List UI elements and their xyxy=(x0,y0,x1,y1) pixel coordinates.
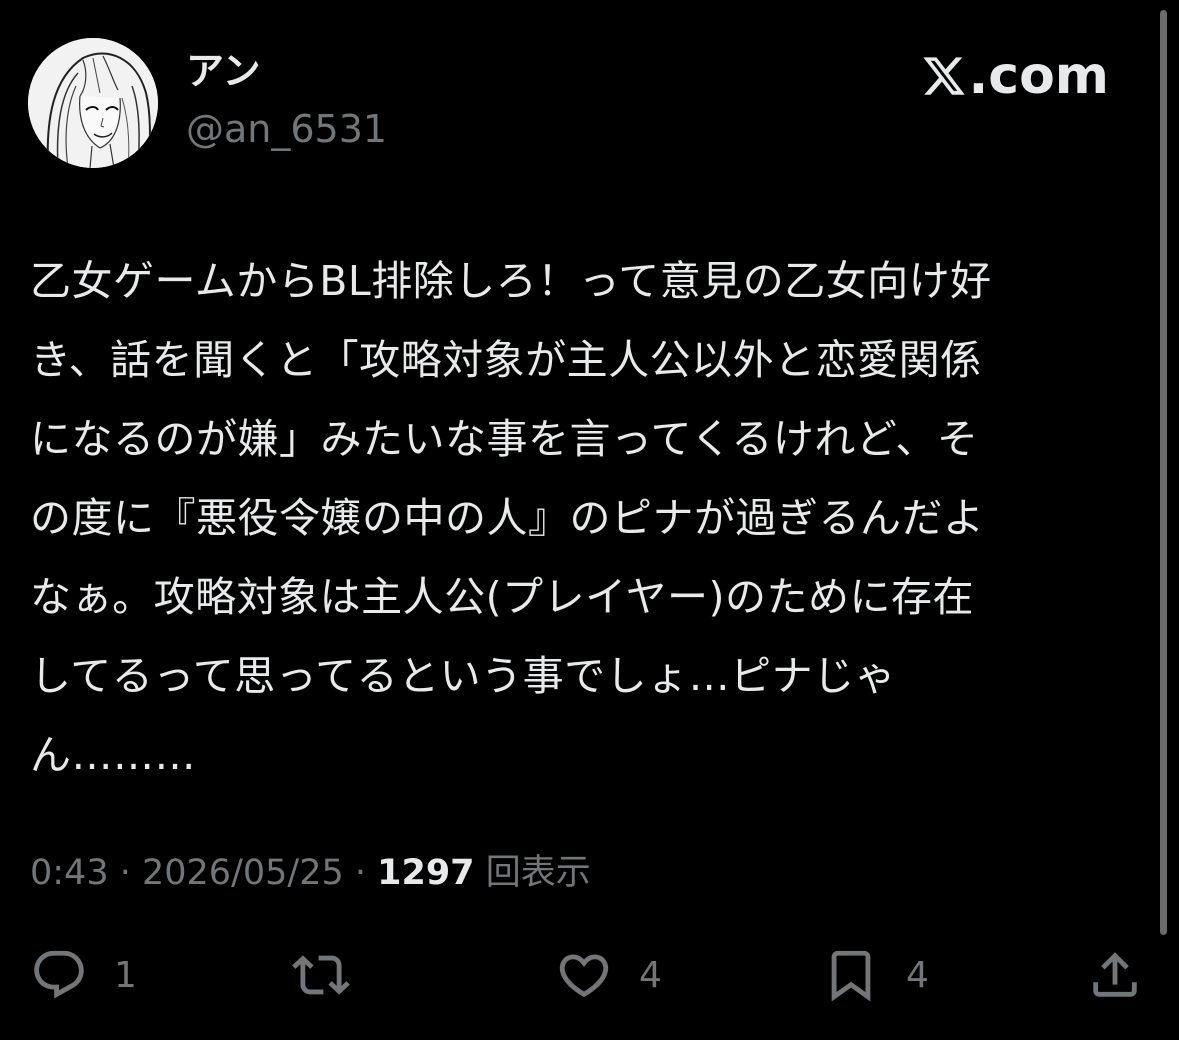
bookmark-button[interactable]: 4 xyxy=(822,940,929,1010)
share-icon xyxy=(1093,952,1137,997)
action-bar: 1 4 4 xyxy=(0,940,1179,1010)
heart-icon xyxy=(559,954,609,998)
brand-label: .com xyxy=(968,46,1110,106)
avatar-illustration xyxy=(28,38,158,168)
meta-separator: · xyxy=(343,853,378,893)
reply-button[interactable]: 1 xyxy=(30,940,137,1010)
reply-icon xyxy=(34,950,84,999)
display-name[interactable]: アン xyxy=(186,52,260,90)
tweet-text: 乙女ゲームからBL排除しろ！って意見の乙女向け好 き、話を聞くと「攻略対象が主人… xyxy=(30,257,992,779)
avatar[interactable] xyxy=(28,38,158,168)
x-logo-icon xyxy=(922,57,965,95)
like-count: 4 xyxy=(639,954,662,996)
bookmark-icon xyxy=(831,950,871,1002)
reply-count: 1 xyxy=(114,954,137,996)
user-handle[interactable]: @an_6531 xyxy=(186,110,387,148)
scrollbar[interactable] xyxy=(1160,10,1167,935)
like-button[interactable]: 4 xyxy=(555,940,662,1010)
tweet-meta: 0:43 · 2026/05/25 · 1297 回表示 xyxy=(30,848,591,898)
meta-separator: · xyxy=(108,853,142,893)
share-button[interactable] xyxy=(1086,940,1170,1010)
retweet-icon xyxy=(292,955,350,995)
retweet-button[interactable] xyxy=(292,940,376,1010)
tweet-time[interactable]: 0:43 xyxy=(30,853,109,893)
views-count: 1297 xyxy=(377,853,475,893)
brand-watermark: .com xyxy=(921,46,1110,106)
tweet-card: アン @an_6531 .com 乙女ゲームからBL排除しろ！って意見の乙女向け… xyxy=(0,0,1179,1040)
tweet-date[interactable]: 2026/05/25 xyxy=(142,853,344,893)
views-label: 回表示 xyxy=(485,853,591,893)
bookmark-count: 4 xyxy=(906,954,929,996)
